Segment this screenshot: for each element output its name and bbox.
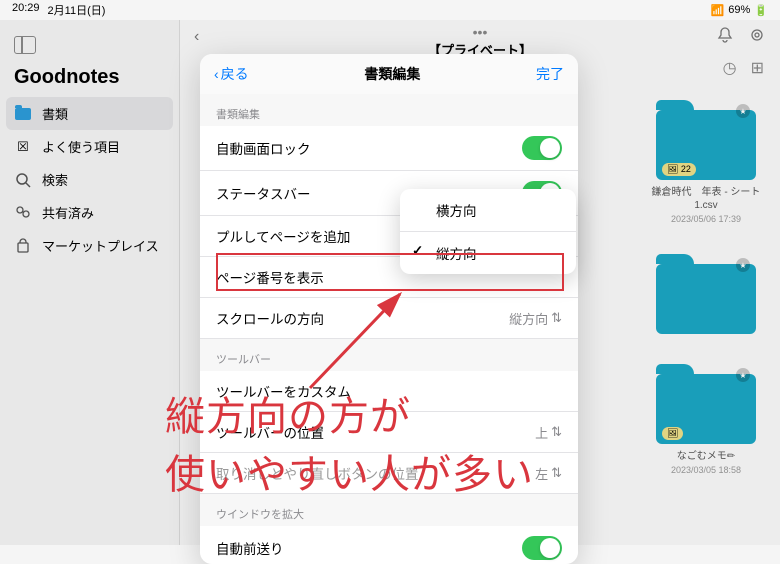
updown-icon: ⇅ bbox=[551, 465, 562, 481]
modal-header: ‹ 戻る 書類編集 完了 bbox=[200, 54, 578, 94]
annotation-highlight-box bbox=[216, 253, 564, 291]
row-auto-forward[interactable]: 自動前送り bbox=[200, 526, 578, 564]
updown-icon: ⇅ bbox=[551, 424, 562, 440]
modal-back-button[interactable]: ‹ 戻る bbox=[214, 64, 249, 84]
modal-done-button[interactable]: 完了 bbox=[536, 64, 564, 84]
annotation-text: 縦方向の方が 使いやすい人が多い bbox=[165, 388, 534, 504]
wifi-icon: 📶 bbox=[711, 4, 725, 17]
status-time: 20:29 bbox=[12, 2, 40, 18]
toggle-auto-forward[interactable] bbox=[522, 536, 562, 560]
popover-horizontal[interactable]: 横方向 bbox=[400, 189, 576, 232]
toggle-auto-lock[interactable] bbox=[522, 136, 562, 160]
updown-icon: ⇅ bbox=[551, 310, 562, 326]
battery-percent: 69% bbox=[728, 4, 750, 16]
status-date: 2月11日(日) bbox=[48, 2, 106, 18]
modal-title: 書類編集 bbox=[364, 64, 420, 84]
row-auto-lock[interactable]: 自動画面ロック bbox=[200, 126, 578, 171]
annotation-arrow bbox=[300, 288, 420, 398]
status-bar: 20:29 2月11日(日) 📶 69% 🔋 bbox=[0, 0, 780, 20]
section-label: 書類編集 bbox=[200, 94, 578, 126]
battery-icon: 🔋 bbox=[754, 4, 768, 17]
